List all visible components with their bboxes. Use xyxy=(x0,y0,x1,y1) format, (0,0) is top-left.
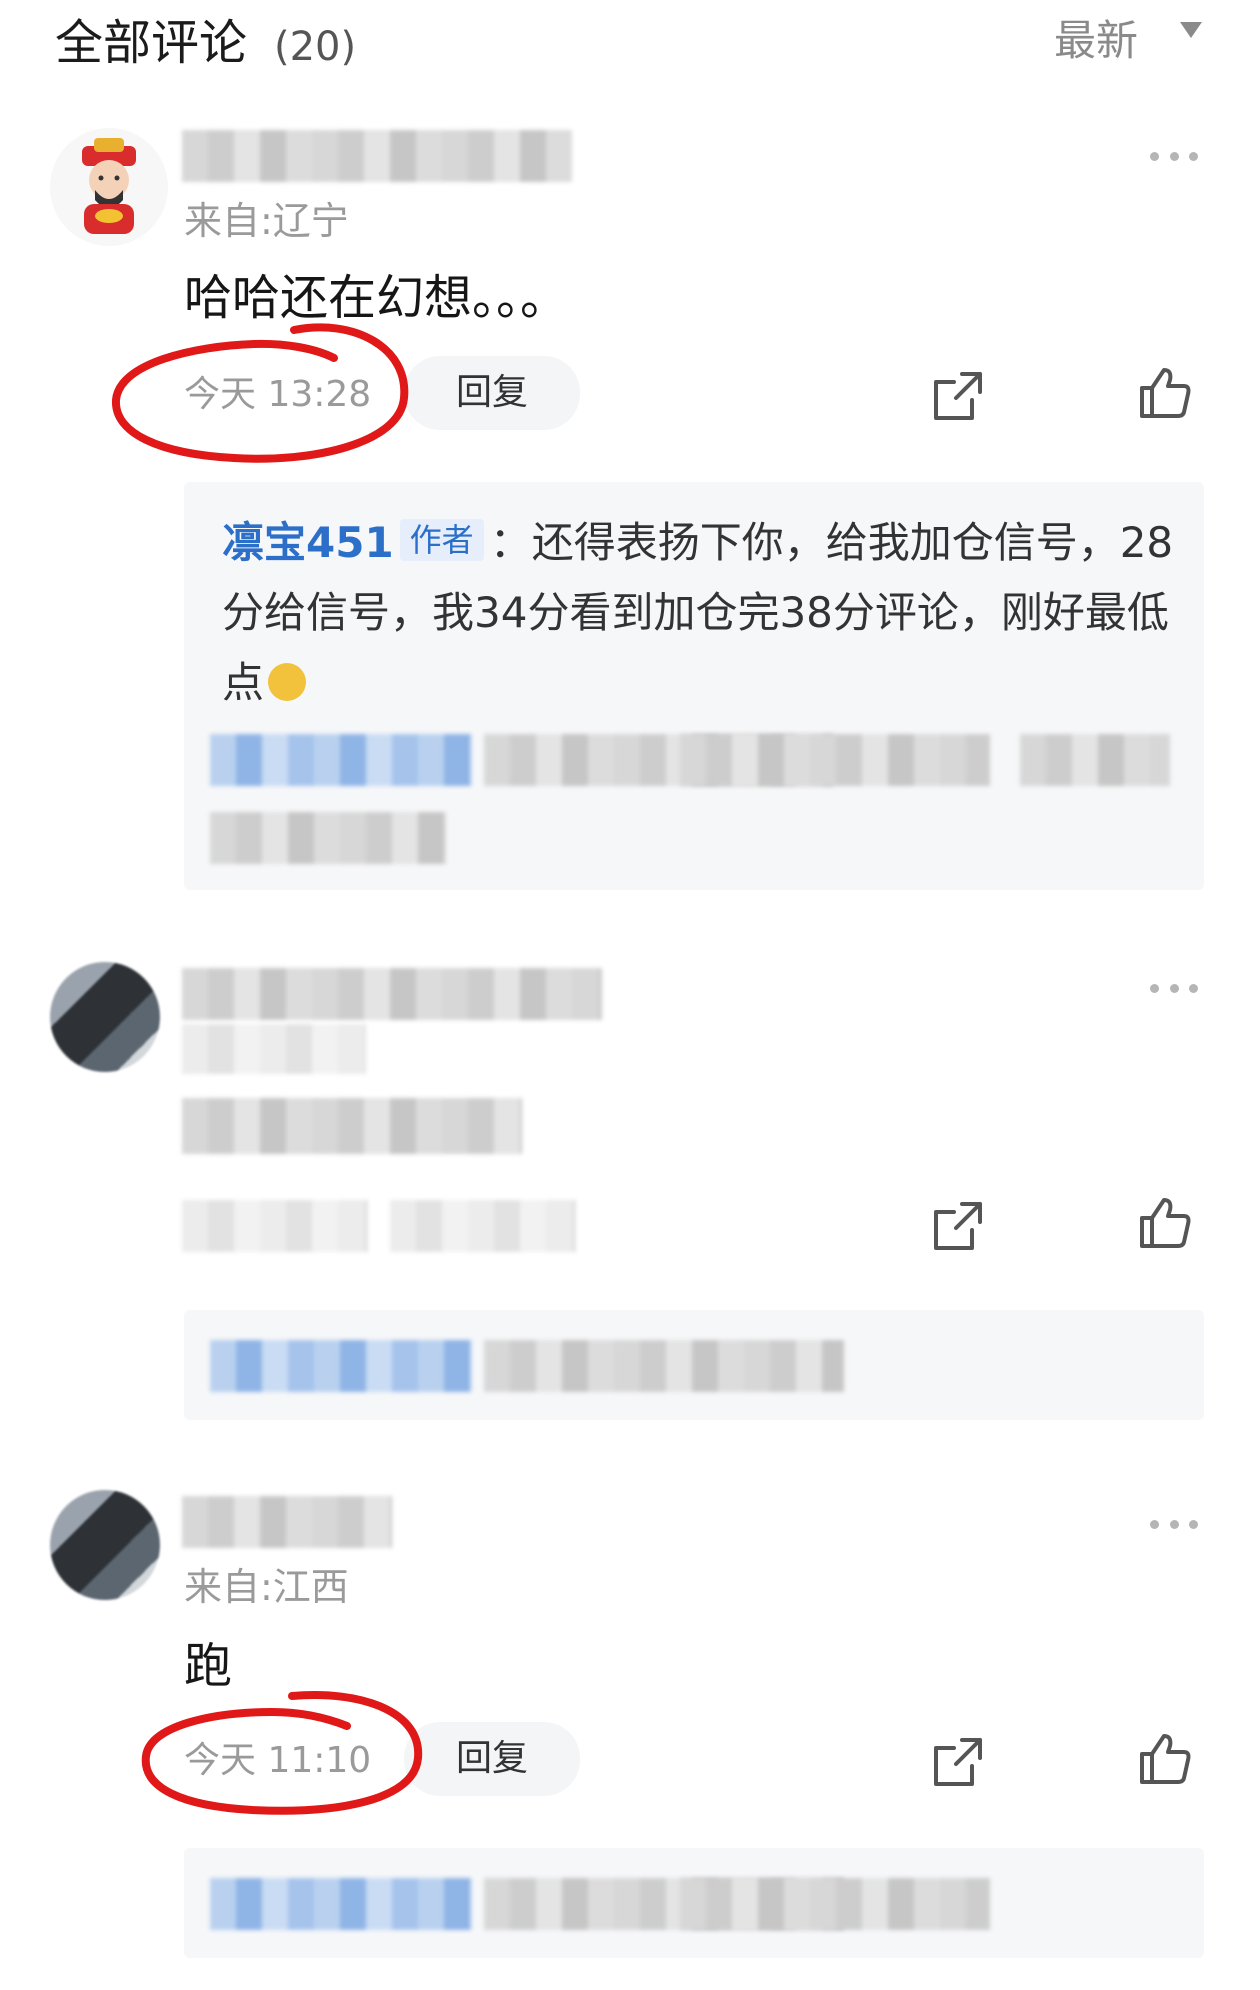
sub-reply-text-blurred xyxy=(210,812,446,864)
sub-reply-box[interactable] xyxy=(184,1848,1204,1958)
comment-time: 今天 13:28 xyxy=(184,374,372,415)
reply-separator: ： xyxy=(489,518,532,567)
thumbs-up-icon[interactable] xyxy=(1136,1730,1192,1786)
god-of-wealth-avatar-icon xyxy=(50,128,168,246)
triangle-down-icon[interactable] xyxy=(1180,22,1202,38)
username-blurred[interactable] xyxy=(182,1496,392,1548)
author-tag: 作者 xyxy=(399,519,484,561)
avatar[interactable] xyxy=(50,1490,160,1600)
sort-dropdown[interactable]: 最新 xyxy=(1054,6,1138,76)
share-icon[interactable] xyxy=(930,1198,986,1254)
author-reply-box: 凛宝451 作者 ：还得表扬下你，给我加仓信号，28分给信号，我34分看到加仓完38… xyxy=(184,482,1204,890)
username-blurred[interactable] xyxy=(182,130,572,182)
more-options-icon[interactable] xyxy=(1150,152,1198,164)
doge-emoji-icon xyxy=(268,663,307,701)
more-options-icon[interactable] xyxy=(1150,1520,1198,1532)
comment-time: 今天 11:10 xyxy=(184,1740,372,1781)
thumbs-up-icon[interactable] xyxy=(1136,1194,1192,1250)
sub-reply-user-blurred[interactable] xyxy=(210,1340,472,1392)
share-icon[interactable] xyxy=(930,368,986,424)
reply-button-blurred[interactable] xyxy=(390,1200,576,1252)
sub-reply-text-blurred xyxy=(680,1878,990,1930)
comment-content-blurred xyxy=(182,1098,522,1154)
sub-reply-box[interactable] xyxy=(184,1310,1204,1420)
username-blurred[interactable] xyxy=(182,968,602,1020)
more-options-icon[interactable] xyxy=(1150,984,1198,996)
sub-reply-user-blurred[interactable] xyxy=(210,1878,472,1930)
comment-time-blurred xyxy=(182,1200,368,1252)
reply-button[interactable]: 回复 xyxy=(404,1722,581,1796)
author-name[interactable]: 凛宝451 xyxy=(222,518,394,567)
comment-content: 跑 xyxy=(184,1638,233,1694)
avatar[interactable] xyxy=(50,962,160,1072)
sub-reply-text-blurred xyxy=(484,1340,844,1392)
avatar[interactable] xyxy=(50,128,168,246)
comment-region: 来自:辽宁 xyxy=(184,199,349,243)
sub-reply-text-blurred xyxy=(680,734,990,786)
comment-content: 哈哈还在幻想。。。 xyxy=(184,270,569,326)
sub-reply-user-blurred[interactable] xyxy=(210,734,472,786)
comments-title: 全部评论 xyxy=(55,15,248,71)
comment-region: 来自:江西 xyxy=(184,1565,349,1609)
thumbs-up-icon[interactable] xyxy=(1136,364,1192,420)
sub-reply-text-blurred xyxy=(1020,734,1170,786)
author-reply: 凛宝451 作者 ：还得表扬下你，给我加仓信号，28分给信号，我34分看到加仓完38… xyxy=(222,508,1182,718)
region-blurred xyxy=(182,1024,366,1074)
reply-button[interactable]: 回复 xyxy=(404,356,581,430)
comments-count: (20) xyxy=(274,24,357,70)
share-icon[interactable] xyxy=(930,1734,986,1790)
